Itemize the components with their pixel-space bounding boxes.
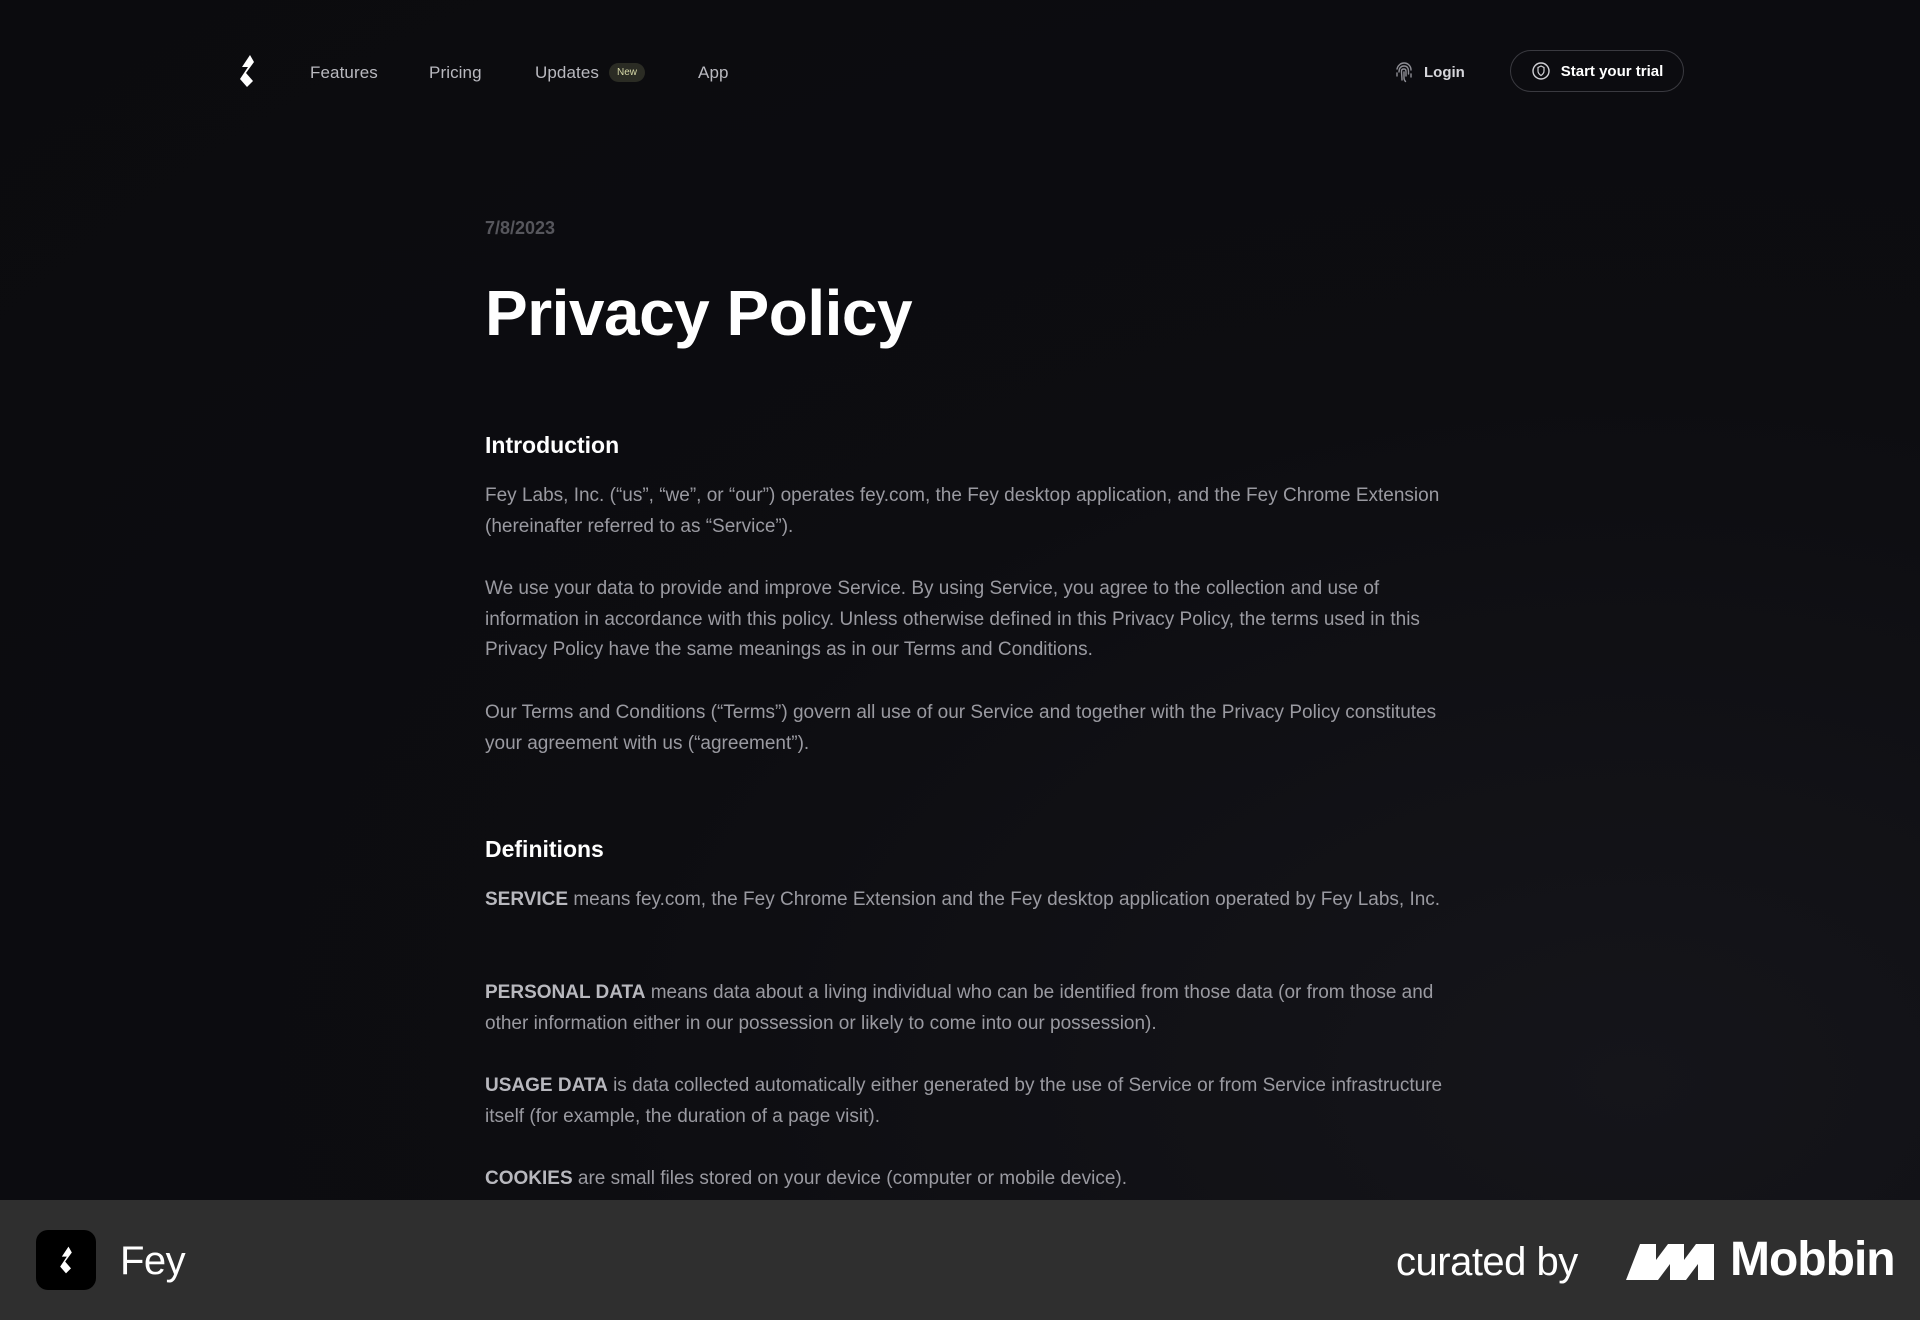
intro-paragraph: Our Terms and Conditions (“Terms”) gover… xyxy=(485,702,1437,754)
definition-term: PERSONAL DATA xyxy=(485,982,646,1003)
login-label: Login xyxy=(1424,63,1465,81)
start-trial-button[interactable]: Start your trial xyxy=(1510,50,1684,92)
new-badge: New xyxy=(609,63,646,82)
mobbin-wordmark: Mobbin xyxy=(1730,1233,1896,1286)
attribution-footer: Fey curated by Mobbin xyxy=(0,1200,1920,1320)
mobbin-logo-icon xyxy=(1626,1244,1714,1280)
definition-text: means fey.com, the Fey Chrome Extension … xyxy=(568,889,1441,910)
nav-link-app[interactable]: App xyxy=(698,62,729,84)
fingerprint-icon xyxy=(1396,62,1412,83)
definition-item: PERSONAL DATA means data about a living … xyxy=(485,978,1445,1039)
app-icon xyxy=(36,1230,96,1290)
intro-paragraph: We use your data to provide and improve … xyxy=(485,578,1420,660)
login-button[interactable]: Login xyxy=(1394,60,1465,84)
section-heading-introduction: Introduction xyxy=(485,432,620,458)
intro-paragraph: Fey Labs, Inc. (“us”, “we”, or “our”) op… xyxy=(485,485,1440,537)
app-name: Fey xyxy=(120,1239,186,1283)
nav-link-features[interactable]: Features xyxy=(310,62,378,84)
definition-item: COOKIES are small files stored on your d… xyxy=(485,1164,1445,1195)
top-nav: Features Pricing Updates New App Login S… xyxy=(0,0,1920,146)
definition-term: USAGE DATA xyxy=(485,1075,608,1096)
fey-logo-icon xyxy=(60,1246,72,1274)
definition-item: USAGE DATA is data collected automatical… xyxy=(485,1071,1445,1132)
nav-link-updates[interactable]: Updates xyxy=(535,62,599,84)
page-title: Privacy Policy xyxy=(485,277,913,349)
definition-term: COOKIES xyxy=(485,1168,573,1189)
section-heading-definitions: Definitions xyxy=(485,836,604,862)
definition-term: SERVICE xyxy=(485,889,569,910)
shield-icon xyxy=(1532,62,1550,80)
definition-item: SERVICE means fey.com, the Fey Chrome Ex… xyxy=(485,885,1445,916)
definition-text: is data collected automatically either g… xyxy=(485,1075,1443,1127)
publish-date: 7/8/2023 xyxy=(485,218,556,238)
definition-text: are small files stored on your device (c… xyxy=(572,1168,1128,1189)
start-trial-label: Start your trial xyxy=(1560,62,1664,80)
nav-link-pricing[interactable]: Pricing xyxy=(429,62,482,84)
page: Features Pricing Updates New App Login S… xyxy=(0,0,1920,1200)
curated-by-label: curated by xyxy=(1396,1240,1578,1284)
fey-logo-icon[interactable] xyxy=(234,53,260,89)
